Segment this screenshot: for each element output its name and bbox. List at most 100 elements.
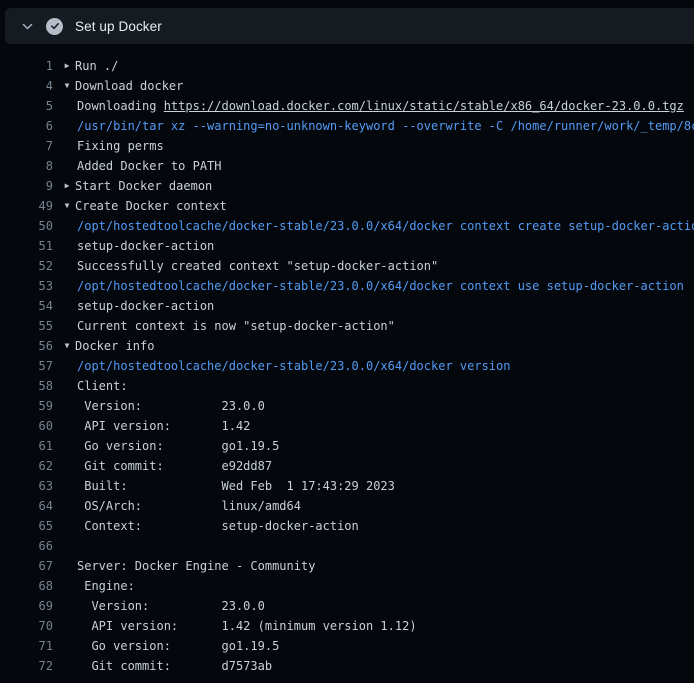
line-content: Built: Wed Feb 1 17:43:29 2023 — [53, 476, 694, 496]
line-number[interactable]: 69 — [0, 596, 53, 616]
log-line: 7Fixing perms — [0, 136, 694, 156]
group-title: Run ./ — [75, 59, 118, 73]
line-number[interactable]: 7 — [0, 136, 53, 156]
log-group-header[interactable]: 56 ▼Docker info — [0, 336, 694, 356]
line-number[interactable]: 6 — [0, 116, 53, 136]
line-number[interactable]: 63 — [0, 476, 53, 496]
line-content: Current context is now "setup-docker-act… — [53, 316, 694, 336]
log-line: 52Successfully created context "setup-do… — [0, 256, 694, 276]
line-number[interactable]: 55 — [0, 316, 53, 336]
line-content: OS/Arch: linux/amd64 — [53, 496, 694, 516]
line-number[interactable]: 71 — [0, 636, 53, 656]
line-number[interactable]: 68 — [0, 576, 53, 596]
log-line: 53/opt/hostedtoolcache/docker-stable/23.… — [0, 276, 694, 296]
line-number[interactable]: 59 — [0, 396, 53, 416]
line-number[interactable]: 64 — [0, 496, 53, 516]
line-number[interactable]: 4 — [0, 76, 53, 96]
line-number[interactable]: 54 — [0, 296, 53, 316]
log-line: 72 Git commit: d7573ab — [0, 656, 694, 676]
command-text: /opt/hostedtoolcache/docker-stable/23.0.… — [77, 219, 694, 233]
log-link[interactable]: https://download.docker.com/linux/static… — [164, 99, 684, 113]
log-text: setup-docker-action — [77, 239, 214, 253]
triangle-right-icon[interactable]: ▶ — [60, 56, 74, 76]
log-line: 60 API version: 1.42 — [0, 416, 694, 436]
line-content: /usr/bin/tar xz --warning=no-unknown-key… — [53, 116, 694, 136]
line-number[interactable]: 50 — [0, 216, 53, 236]
log-text: Version: 23.0.0 — [77, 399, 265, 413]
log-group-header[interactable]: 49▼Create Docker context — [0, 196, 694, 216]
line-content — [53, 536, 694, 556]
log-text: Server: Docker Engine - Community — [77, 559, 315, 573]
log-text: OS/Arch: linux/amd64 — [77, 499, 301, 513]
line-content: Server: Docker Engine - Community — [53, 556, 694, 576]
line-number[interactable]: 52 — [0, 256, 53, 276]
line-content: Fixing perms — [53, 136, 694, 156]
log-line: 51 setup-docker-action — [0, 236, 694, 256]
log-text: Added Docker to PATH — [77, 159, 222, 173]
log-text: Client: — [77, 379, 128, 393]
line-number[interactable]: 58 — [0, 376, 53, 396]
line-content: Successfully created context "setup-dock… — [53, 256, 694, 276]
log-group-header[interactable]: 9▶Start Docker daemon — [0, 176, 694, 196]
step-title: Set up Docker — [75, 19, 162, 34]
line-number[interactable]: 5 — [0, 96, 53, 116]
log-group-header[interactable]: 1 ▶Run ./ — [0, 56, 694, 76]
log-text: setup-docker-action — [77, 299, 214, 313]
line-number[interactable]: 61 — [0, 436, 53, 456]
line-number[interactable]: 65 — [0, 516, 53, 536]
line-number[interactable]: 66 — [0, 536, 53, 556]
log-text: Built: Wed Feb 1 17:43:29 2023 — [77, 479, 395, 493]
log-group-header[interactable]: 4 ▼Download docker — [0, 76, 694, 96]
line-content: /opt/hostedtoolcache/docker-stable/23.0.… — [53, 276, 694, 296]
line-number[interactable]: 9 — [0, 176, 53, 196]
line-number[interactable]: 8 — [0, 156, 53, 176]
log-line: 64 OS/Arch: linux/amd64 — [0, 496, 694, 516]
log-line: 62 Git commit: e92dd87 — [0, 456, 694, 476]
step-header[interactable]: Set up Docker — [5, 8, 694, 44]
triangle-down-icon[interactable]: ▼ — [60, 76, 74, 96]
line-content: API version: 1.42 — [53, 416, 694, 436]
log-text: API version: 1.42 (minimum version 1.12) — [77, 619, 417, 633]
log-line: 58 Client: — [0, 376, 694, 396]
triangle-right-icon[interactable]: ▶ — [60, 176, 74, 196]
log-text: API version: 1.42 — [77, 419, 250, 433]
line-content: API version: 1.42 (minimum version 1.12) — [53, 616, 694, 636]
line-number[interactable]: 56 — [0, 336, 53, 356]
command-text: /opt/hostedtoolcache/docker-stable/23.0.… — [77, 359, 510, 373]
line-content: Version: 23.0.0 — [53, 396, 694, 416]
log-line: 50/opt/hostedtoolcache/docker-stable/23.… — [0, 216, 694, 236]
log-line: 59 Version: 23.0.0 — [0, 396, 694, 416]
line-number[interactable]: 70 — [0, 616, 53, 636]
line-number[interactable]: 72 — [0, 656, 53, 676]
line-content: Context: setup-docker-action — [53, 516, 694, 536]
chevron-down-icon[interactable] — [19, 18, 35, 34]
line-number[interactable]: 62 — [0, 456, 53, 476]
line-number[interactable]: 53 — [0, 276, 53, 296]
log-line: 68 Engine: — [0, 576, 694, 596]
triangle-down-icon[interactable]: ▼ — [60, 196, 74, 216]
triangle-down-icon[interactable]: ▼ — [60, 336, 74, 356]
log-line: 5Downloading https://download.docker.com… — [0, 96, 694, 116]
line-number[interactable]: 1 — [0, 56, 53, 76]
group-title: Download docker — [75, 79, 183, 93]
group-title: Docker info — [75, 339, 154, 353]
log-line: 70 API version: 1.42 (minimum version 1.… — [0, 616, 694, 636]
log-text: Current context is now "setup-docker-act… — [77, 319, 395, 333]
line-number[interactable]: 57 — [0, 356, 53, 376]
log-line: 69 Version: 23.0.0 — [0, 596, 694, 616]
line-content: Engine: — [53, 576, 694, 596]
line-number[interactable]: 49 — [0, 196, 53, 216]
log-line: 6/usr/bin/tar xz --warning=no-unknown-ke… — [0, 116, 694, 136]
command-text: /opt/hostedtoolcache/docker-stable/23.0.… — [77, 279, 684, 293]
log-text: Git commit: e92dd87 — [77, 459, 272, 473]
line-number[interactable]: 60 — [0, 416, 53, 436]
line-content: Added Docker to PATH — [53, 156, 694, 176]
line-content: Version: 23.0.0 — [53, 596, 694, 616]
log-line: 65 Context: setup-docker-action — [0, 516, 694, 536]
line-number[interactable]: 67 — [0, 556, 53, 576]
line-content: setup-docker-action — [53, 296, 694, 316]
line-content: Git commit: d7573ab — [53, 656, 694, 676]
line-number[interactable]: 51 — [0, 236, 53, 256]
log-text: Version: 23.0.0 — [77, 599, 265, 613]
log-line: 66 — [0, 536, 694, 556]
